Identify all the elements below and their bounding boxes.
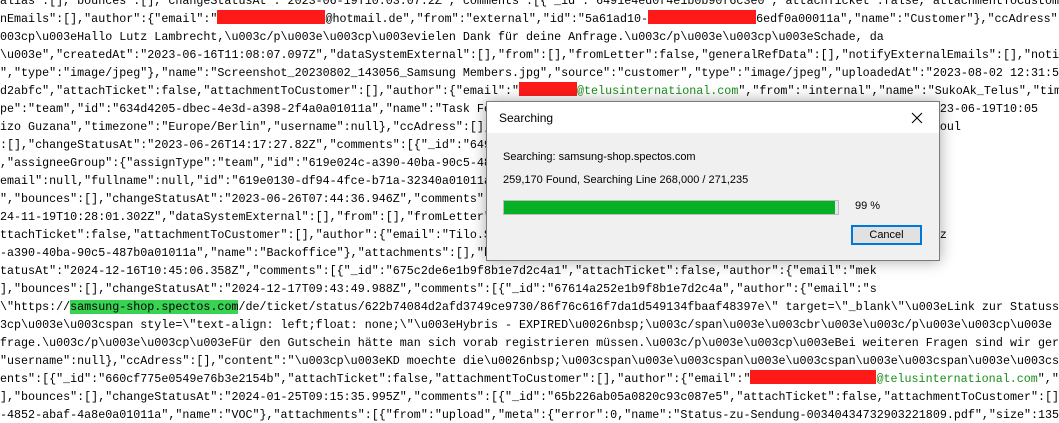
editor-line: 3cp\u003e\u003cspan style=\"text-align: … (0, 316, 1052, 334)
searching-label: Searching: samsung-shop.spectos.com (503, 151, 696, 163)
editor-text: -4852-abaf-4a8e0a01011a","name":"VOC"},"… (0, 408, 1059, 422)
editor-text: /de/ticket/status/622b74084d2afd3749ce97… (238, 300, 1059, 314)
dialog-content: Searching: samsung-shop.spectos.com 259,… (487, 133, 939, 260)
email-domain: @telusinternational.com (876, 372, 1038, 386)
redaction-block (750, 370, 877, 384)
redaction-block (217, 10, 326, 24)
status-line: 259,170 Found, Searching Line 268,000 / … (503, 174, 749, 186)
editor-text: ents":[{"_id":"660cf775e0549e76b3e2154b"… (0, 372, 751, 386)
editor-line: alias":[],"bounces":[],"changeStatusAt":… (0, 0, 1059, 10)
editor-text: ],"bounces":[],"changeStatusAt":"2024-01… (0, 390, 1059, 404)
editor-text: @hotmail.de","from":"external","id":"5a6… (325, 12, 649, 26)
close-icon (911, 112, 923, 123)
progress-percent: 99 % (855, 200, 881, 212)
editor-text: ","fr (1037, 372, 1059, 386)
editor-text: \u003e","createdAt":"2023-06-16T11:08:07… (0, 48, 1059, 62)
cancel-button[interactable]: Cancel (851, 225, 922, 245)
editor-text: d2abfc","attachTicket":false,"attachment… (0, 84, 520, 98)
editor-line: "username":null},"ccAdress":[],"content"… (0, 352, 1059, 370)
editor-line: -4852-abaf-4a8e0a01011a","name":"VOC"},"… (0, 406, 1059, 423)
editor-text: 003cp\u003eHallo Lutz Lambrecht,\u003c/p… (0, 30, 884, 44)
editor-text: ","type":"image/jpeg"},"name":"Screensho… (0, 66, 1059, 80)
redaction-block (519, 82, 578, 96)
editor-line: d2abfc","attachTicket":false,"attachment… (0, 82, 1059, 100)
email-domain: @telusinternational.com (577, 84, 739, 98)
editor-text: alias":[],"bounces":[],"changeStatusAt":… (0, 0, 1059, 8)
progress-bar (503, 200, 839, 215)
redaction-block (648, 10, 757, 24)
editor-line: ],"bounces":[],"changeStatusAt":"2024-01… (0, 388, 1059, 406)
editor-line: tatusAt":"2024-12-16T10:45:06.358Z","com… (0, 262, 877, 280)
editor-line: 003cp\u003eHallo Lutz Lambrecht,\u003c/p… (0, 28, 884, 46)
editor-line: ],"bounces":[],"changeStatusAt":"2024-12… (0, 280, 877, 298)
editor-text: 6edf0a00011a","name":"Customer"},"ccAdre… (756, 12, 1059, 26)
close-button[interactable] (895, 102, 939, 133)
editor-line: \u003e","createdAt":"2023-06-16T11:08:07… (0, 46, 1059, 64)
editor-line: frage.\u003c/p\u003e\u003cp\u003eFür den… (0, 334, 1059, 352)
search-match-highlight: samsung-shop.spectos.com (70, 300, 239, 314)
dialog-title: Searching (499, 111, 554, 125)
editor-text: tatusAt":"2024-12-16T10:45:06.358Z","com… (0, 264, 877, 278)
editor-line: \"https://samsung-shop.spectos.com/de/ti… (0, 298, 1059, 316)
editor-text: 3cp\u003e\u003cspan style=\"text-align: … (0, 318, 1053, 332)
editor-line: nEmails":[],"author":{"email":" @hotmail.… (0, 10, 1059, 28)
progress-fill (504, 201, 835, 214)
editor-text: "username":null},"ccAdress":[],"content"… (0, 354, 1059, 368)
editor-line: ","type":"image/jpeg"},"name":"Screensho… (0, 64, 1059, 82)
editor-text: \"https:// (0, 300, 71, 314)
searching-dialog: Searching Searching: samsung-shop.specto… (486, 101, 940, 261)
dialog-titlebar[interactable]: Searching (487, 102, 939, 133)
editor-text: ],"bounces":[],"changeStatusAt":"2024-12… (0, 282, 877, 296)
editor-text: ","from":"internal","name":"SukoAk_Telus… (738, 84, 1059, 98)
editor-line: ents":[{"_id":"660cf775e0549e76b3e2154b"… (0, 370, 1059, 388)
editor-text: nEmails":[],"author":{"email":" (0, 12, 218, 26)
editor-text: frage.\u003c/p\u003e\u003cp\u003eFür den… (0, 336, 1059, 350)
